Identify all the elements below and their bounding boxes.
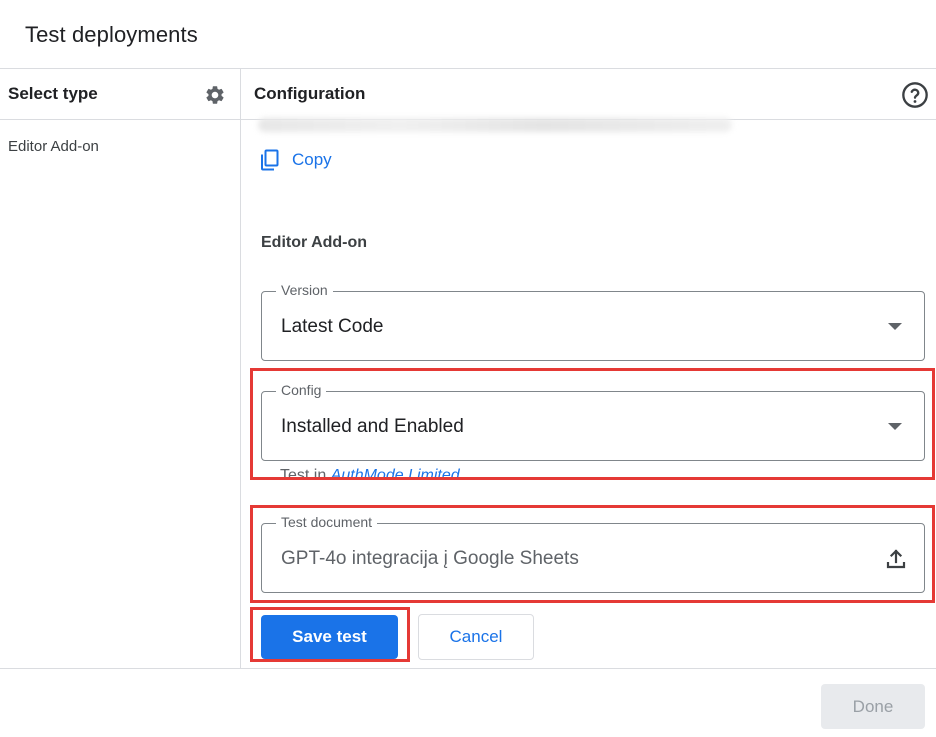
version-select[interactable]: Version Latest Code bbox=[261, 282, 925, 361]
deployment-id-redacted bbox=[258, 118, 732, 132]
config-legend: Config bbox=[276, 382, 327, 398]
test-document-value: GPT-4o integracija į Google Sheets bbox=[281, 548, 579, 569]
configuration-header: Configuration bbox=[254, 84, 366, 103]
copy-label: Copy bbox=[292, 150, 332, 169]
test-document-field[interactable]: Test document GPT-4o integracija į Googl… bbox=[261, 514, 925, 593]
hint-prefix: Test in bbox=[280, 467, 331, 484]
dialog-title: Test deployments bbox=[25, 22, 198, 47]
test-document-legend: Test document bbox=[276, 514, 378, 530]
section-title: Editor Add-on bbox=[261, 234, 368, 251]
cancel-button[interactable]: Cancel bbox=[418, 614, 534, 660]
version-value: Latest Code bbox=[281, 316, 384, 337]
footer-divider bbox=[0, 668, 936, 669]
version-legend: Version bbox=[276, 282, 333, 298]
save-test-button[interactable]: Save test bbox=[261, 615, 398, 659]
type-item-editor-addon[interactable]: Editor Add-on bbox=[8, 138, 99, 155]
select-type-header: Select type bbox=[8, 84, 98, 103]
config-value: Installed and Enabled bbox=[281, 416, 464, 437]
chevron-down-icon bbox=[888, 423, 902, 430]
panel-divider bbox=[240, 69, 241, 668]
config-select[interactable]: Config Installed and Enabled bbox=[261, 382, 925, 461]
auth-mode-link[interactable]: AuthMode.Limited bbox=[331, 467, 460, 484]
help-circle-icon[interactable] bbox=[901, 81, 929, 109]
copy-icon bbox=[261, 149, 279, 171]
chevron-down-icon bbox=[888, 323, 902, 330]
done-button[interactable]: Done bbox=[821, 684, 925, 729]
gear-icon[interactable] bbox=[204, 84, 226, 106]
copy-button[interactable]: Copy bbox=[260, 147, 332, 173]
header-divider bbox=[0, 68, 936, 69]
upload-icon[interactable] bbox=[884, 547, 908, 571]
auth-mode-hint: Test in AuthMode.Limited bbox=[280, 467, 460, 485]
